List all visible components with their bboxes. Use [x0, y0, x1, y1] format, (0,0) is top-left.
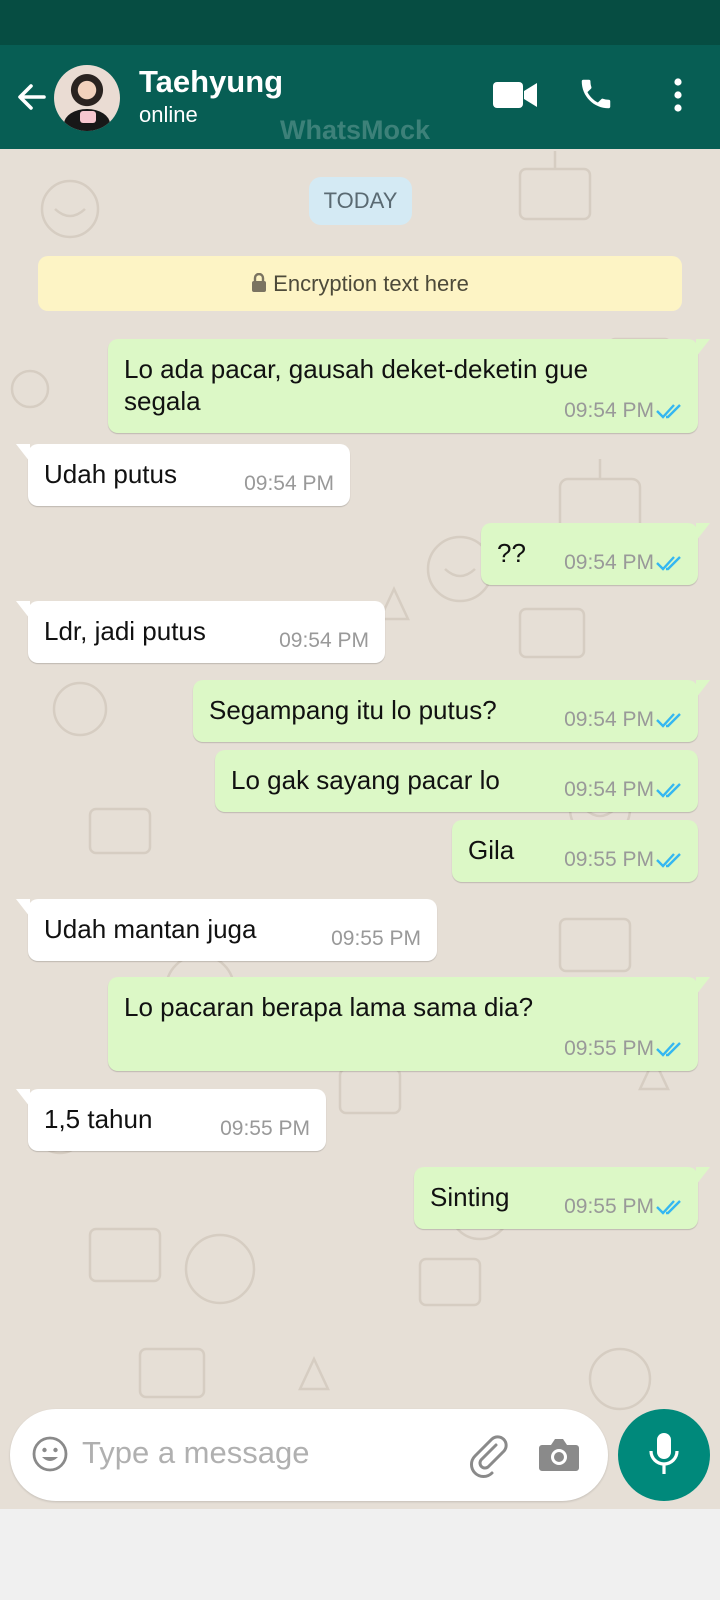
contact-name[interactable]: Taehyung	[139, 64, 283, 100]
message-time: 09:54 PM	[564, 708, 654, 731]
message-outgoing[interactable]: Lo pacaran berapa lama sama dia? 09:55 P…	[108, 977, 710, 1071]
message-text: ??	[497, 538, 526, 568]
camera-icon[interactable]	[538, 1437, 580, 1473]
message-outgoing[interactable]: ?? 09:54 PM	[481, 523, 710, 585]
bubble-tail	[16, 1089, 30, 1107]
bubble-tail	[696, 339, 710, 357]
message-outgoing[interactable]: Lo ada pacar, gausah deket-deketin gue s…	[108, 339, 710, 433]
more-vert-icon[interactable]	[666, 77, 690, 113]
message-text: Lo pacaran berapa lama sama dia?	[124, 992, 534, 1022]
message-incoming[interactable]: Udah putus 09:54 PM	[16, 444, 350, 506]
bubble-tail	[696, 1167, 710, 1185]
message-time: 09:54 PM	[279, 629, 369, 652]
message-composer[interactable]: Type a message	[10, 1409, 608, 1501]
chat-header: Taehyung online WhatsMock	[0, 45, 720, 149]
message-text: 1,5 tahun	[44, 1104, 153, 1134]
message-time: 09:55 PM	[220, 1117, 310, 1140]
date-chip: TODAY	[309, 177, 412, 225]
bubble-tail	[16, 444, 30, 462]
message-time: 09:54 PM	[564, 399, 654, 422]
message-outgoing[interactable]: Gila 09:55 PM	[452, 820, 698, 882]
read-ticks-icon	[656, 713, 681, 728]
video-call-icon[interactable]	[492, 79, 538, 111]
read-ticks-icon	[656, 1042, 681, 1057]
message-text: Ldr, jadi putus	[44, 616, 206, 646]
attach-icon[interactable]	[468, 1435, 512, 1479]
chat-area[interactable]: TODAY Encryption text here Lo ada pacar,…	[0, 149, 720, 1509]
encryption-notice[interactable]: Encryption text here	[38, 256, 682, 311]
back-arrow-icon[interactable]	[14, 79, 50, 115]
message-text: Sinting	[430, 1182, 510, 1212]
message-time: 09:55 PM	[564, 848, 654, 871]
message-text: Gila	[468, 835, 515, 865]
phone-call-icon[interactable]	[577, 75, 615, 113]
message-text: Udah putus	[44, 459, 177, 489]
watermark: WhatsMock	[280, 115, 431, 145]
bubble-tail	[696, 523, 710, 541]
message-time: 09:55 PM	[564, 1037, 654, 1060]
bubble-tail	[696, 680, 710, 698]
bubble-tail	[696, 977, 710, 995]
message-time: 09:54 PM	[564, 778, 654, 801]
message-time: 09:55 PM	[331, 927, 421, 950]
bubble-tail	[16, 601, 30, 619]
message-outgoing[interactable]: Segampang itu lo putus? 09:54 PM	[193, 680, 710, 742]
emoji-icon[interactable]	[31, 1435, 69, 1473]
status-bar	[0, 0, 720, 45]
message-incoming[interactable]: Udah mantan juga 09:55 PM	[16, 899, 437, 961]
message-outgoing[interactable]: Lo gak sayang pacar lo 09:54 PM	[215, 750, 698, 812]
read-ticks-icon	[656, 853, 681, 868]
message-time: 09:54 PM	[244, 472, 334, 495]
contact-status: online	[139, 102, 198, 127]
message-incoming[interactable]: Ldr, jadi putus 09:54 PM	[16, 601, 385, 663]
mic-icon	[649, 1433, 679, 1474]
read-ticks-icon	[656, 404, 681, 419]
mic-button[interactable]	[618, 1409, 710, 1501]
message-text: Lo gak sayang pacar lo	[231, 765, 500, 795]
lock-icon	[252, 273, 267, 292]
system-nav-bar	[0, 1509, 720, 1600]
message-outgoing[interactable]: Sinting 09:55 PM	[414, 1167, 710, 1229]
message-text: Segampang itu lo putus?	[209, 695, 497, 725]
message-time: 09:54 PM	[564, 551, 654, 574]
message-input[interactable]: Type a message	[82, 1435, 309, 1471]
bubble-tail	[16, 899, 30, 917]
message-incoming[interactable]: 1,5 tahun 09:55 PM	[16, 1089, 326, 1151]
read-ticks-icon	[656, 783, 681, 798]
avatar[interactable]	[54, 65, 120, 131]
message-time: 09:55 PM	[564, 1195, 654, 1218]
message-text: Udah mantan juga	[44, 914, 257, 944]
encryption-text: Encryption text here	[273, 271, 469, 296]
read-ticks-icon	[656, 556, 681, 571]
read-ticks-icon	[656, 1200, 681, 1215]
